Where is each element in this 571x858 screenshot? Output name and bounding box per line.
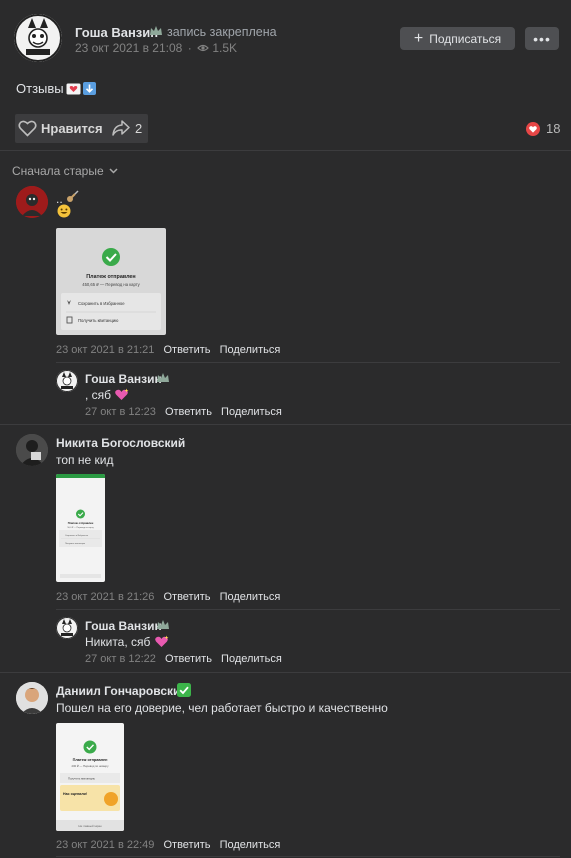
- crown-icon: [156, 371, 170, 385]
- reply-avatar[interactable]: [56, 617, 78, 639]
- comment-date[interactable]: 23 окт 2021 в 21:26: [56, 591, 154, 603]
- comment-text: Никита, сяб: [85, 635, 169, 649]
- comment-meta: 23 окт 2021 в 22:49 Ответить Поделиться: [56, 839, 280, 851]
- comment-meta: 23 окт 2021 в 21:26 Ответить Поделиться: [56, 591, 280, 603]
- image-row: Сохранить в Избранное: [78, 301, 125, 306]
- heart-outline-icon[interactable]: [18, 120, 37, 137]
- comment-text: , сяб: [85, 388, 129, 402]
- reply-button[interactable]: Ответить: [163, 591, 210, 603]
- comment-date[interactable]: 23 окт 2021 в 21:21: [56, 344, 154, 356]
- image-title: Платеж отправлен: [86, 274, 135, 280]
- comment-date[interactable]: 23 окт 2021 в 22:49: [56, 839, 154, 851]
- share-icon[interactable]: [111, 119, 131, 137]
- reaction-count[interactable]: 18: [546, 121, 560, 136]
- reply-button[interactable]: Ответить: [165, 406, 212, 418]
- pinned-label: запись закреплена: [167, 25, 277, 39]
- divider: [56, 856, 560, 857]
- author-avatar[interactable]: [14, 14, 62, 62]
- comment-text: топ не кид: [56, 453, 114, 467]
- divider: [0, 672, 571, 673]
- attachment-image[interactable]: Платеж отправлен 200 ₽ — Перевод по номе…: [56, 723, 124, 831]
- comment-avatar[interactable]: [16, 434, 48, 466]
- love-letter-icon: [66, 83, 81, 95]
- crown-icon: [156, 618, 170, 632]
- divider: [56, 362, 560, 363]
- chevron-down-icon: [109, 168, 118, 174]
- more-icon: •••: [533, 30, 551, 47]
- subscribe-label: Подписаться: [429, 31, 502, 46]
- comment-avatar[interactable]: [16, 186, 48, 218]
- divider: [0, 150, 571, 151]
- post-author-name[interactable]: Гоша Ванзин: [75, 25, 158, 40]
- eye-icon: [197, 43, 209, 53]
- sort-dropdown[interactable]: Сначала старые: [12, 164, 118, 178]
- share-button[interactable]: Поделиться: [221, 406, 282, 418]
- comment-author[interactable]: Даниил Гончаровский: [56, 684, 188, 698]
- attachment-image[interactable]: Платеж отправлен 50,0 ₽ — Перевод на кар…: [56, 474, 105, 582]
- post-meta: 23 окт 2021 в 21:08 · 1.5K: [75, 41, 238, 55]
- image-title: Платеж отправлен: [73, 758, 108, 762]
- subscribe-button[interactable]: + Подписаться: [400, 27, 515, 50]
- image-footer: На главный экран: [78, 824, 102, 828]
- attachment-image[interactable]: Платеж отправлен 450,65 ₽ — Перевод на к…: [56, 228, 166, 335]
- plus-icon: +: [413, 29, 424, 47]
- down-arrow-icon: [82, 82, 96, 95]
- like-button[interactable]: Нравится: [41, 121, 103, 136]
- grinning-face-icon: [57, 204, 71, 218]
- image-subtitle: 200 ₽ — Перевод по номеру: [72, 764, 110, 768]
- image-title: Платеж отправлен: [68, 521, 94, 525]
- comment-author[interactable]: Гоша Ванзин: [85, 619, 162, 633]
- image-subtitle: 50,0 ₽ — Перевод на карту: [67, 526, 94, 529]
- guitar-icon: [66, 189, 80, 203]
- share-button[interactable]: Поделиться: [220, 591, 281, 603]
- comment-meta: 27 окт в 12:22 Ответить Поделиться: [85, 653, 282, 665]
- sparkling-heart-icon: [154, 635, 169, 648]
- comment-meta: 23 окт 2021 в 21:21 Ответить Поделиться: [56, 344, 280, 356]
- share-button[interactable]: Поделиться: [220, 839, 281, 851]
- share-count[interactable]: 2: [135, 121, 142, 136]
- comment-meta: 27 окт в 12:23 Ответить Поделиться: [85, 406, 282, 418]
- image-row: Получить квитанцию: [65, 543, 85, 545]
- reply-button[interactable]: Ответить: [163, 344, 210, 356]
- reply-button[interactable]: Ответить: [165, 653, 212, 665]
- image-row: Сохранить в Избранное: [65, 535, 89, 537]
- post-text: Отзывы: [16, 81, 96, 96]
- post-date[interactable]: 23 окт 2021 в 21:08: [75, 41, 182, 55]
- image-row: Получить квитанцию: [78, 318, 118, 323]
- reply-button[interactable]: Ответить: [163, 839, 210, 851]
- views-count: 1.5K: [212, 41, 238, 55]
- reply-avatar[interactable]: [56, 370, 78, 392]
- image-row: Получить квитанцию: [68, 777, 95, 781]
- comment-author[interactable]: Никита Богословский: [56, 436, 185, 450]
- crown-icon: [149, 24, 163, 38]
- sparkling-heart-icon: [114, 388, 129, 401]
- divider: [56, 609, 560, 610]
- heart-reaction-icon[interactable]: [526, 122, 540, 136]
- comment-date[interactable]: 27 окт в 12:22: [85, 653, 156, 665]
- image-subtitle: 450,65 ₽ — Перевод на карту: [82, 282, 140, 287]
- check-mark-icon: [177, 683, 191, 697]
- comment-text: Пошел на его доверие, чел работает быстр…: [56, 701, 388, 715]
- share-button[interactable]: Поделиться: [221, 653, 282, 665]
- comment-date[interactable]: 27 окт в 12:23: [85, 406, 156, 418]
- more-button[interactable]: •••: [525, 27, 559, 50]
- sort-label: Сначала старые: [12, 164, 104, 178]
- comment-avatar[interactable]: [16, 682, 48, 714]
- divider: [0, 424, 571, 425]
- image-promo: Нас оценили!: [63, 792, 87, 796]
- comment-author[interactable]: Гоша Ванзин: [85, 372, 162, 386]
- share-button[interactable]: Поделиться: [220, 344, 281, 356]
